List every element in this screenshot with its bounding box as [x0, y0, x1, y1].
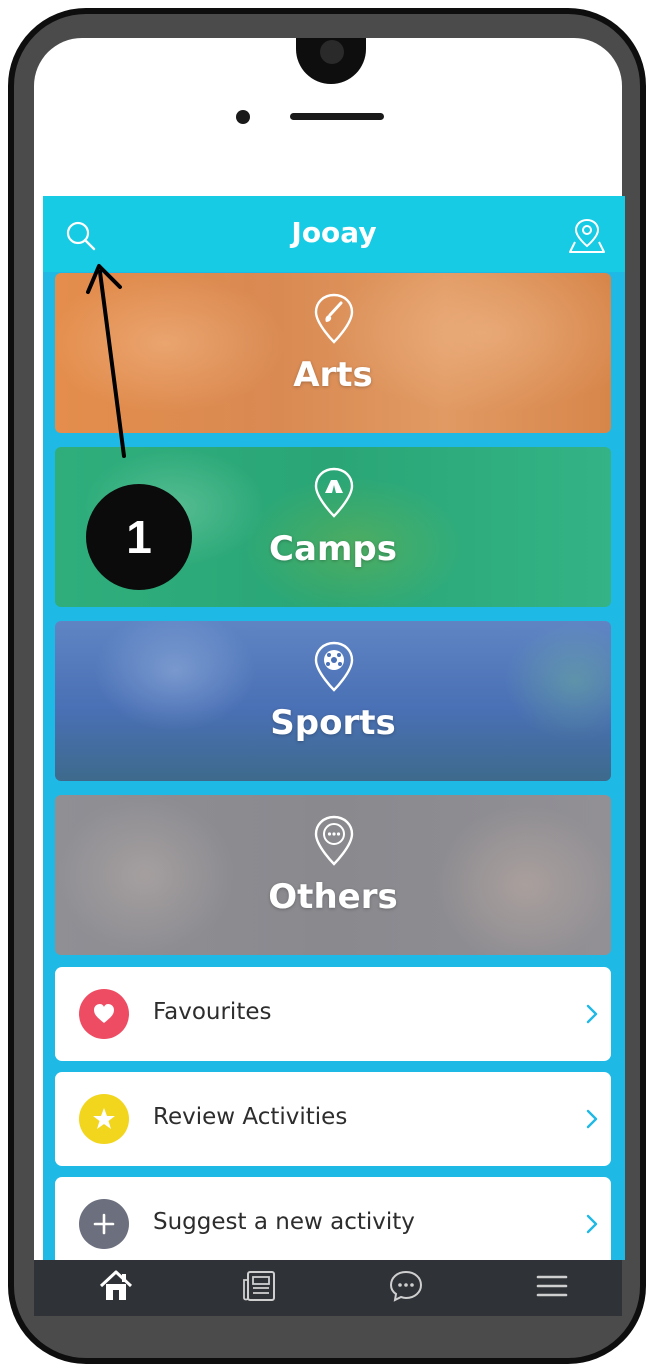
- plus-icon: [79, 1199, 129, 1249]
- map-pin-icon: [569, 218, 605, 253]
- tent-pin-icon: [314, 467, 354, 518]
- chevron-right-icon: [586, 1214, 598, 1234]
- front-camera-icon: [320, 40, 344, 64]
- map-button[interactable]: [567, 216, 607, 256]
- app-title: Jooay: [291, 216, 377, 249]
- menu-item-favourites[interactable]: Favourites: [55, 967, 611, 1061]
- app-header: Jooay: [43, 196, 625, 272]
- star-icon: [79, 1094, 129, 1144]
- category-label: Arts: [293, 355, 373, 395]
- soccer-ball-pin-icon: [314, 641, 354, 692]
- tab-chat[interactable]: [386, 1266, 426, 1306]
- category-arts[interactable]: Arts: [55, 273, 611, 433]
- tab-news[interactable]: [240, 1266, 280, 1306]
- menu-item-label: Suggest a new activity: [153, 1209, 415, 1235]
- step-number-badge: 1: [86, 484, 192, 590]
- category-others[interactable]: Others: [55, 795, 611, 955]
- home-icon: [99, 1270, 133, 1300]
- category-label: Others: [268, 877, 398, 917]
- menu-item-suggest-activity[interactable]: Suggest a new activity: [55, 1177, 611, 1260]
- menu-item-label: Review Activities: [153, 1104, 348, 1130]
- tab-menu[interactable]: [532, 1266, 572, 1306]
- category-sports[interactable]: Sports: [55, 621, 611, 781]
- sensor-dot: [236, 110, 250, 124]
- ellipsis-pin-icon: [314, 815, 354, 866]
- paintbrush-pin-icon: [314, 293, 354, 344]
- chevron-right-icon: [586, 1004, 598, 1024]
- menu-item-review-activities[interactable]: Review Activities: [55, 1072, 611, 1166]
- tab-home[interactable]: [96, 1266, 136, 1306]
- hamburger-menu-icon: [536, 1275, 568, 1297]
- menu-item-label: Favourites: [153, 999, 272, 1025]
- heart-icon: [79, 989, 129, 1039]
- app-screen: Jooay Arts Camps Sports Others Favourite…: [43, 196, 625, 1260]
- bottom-tab-bar: [34, 1260, 622, 1316]
- category-label: Sports: [270, 703, 396, 743]
- speaker-grille: [290, 113, 384, 120]
- newspaper-icon: [243, 1271, 275, 1301]
- chevron-right-icon: [586, 1109, 598, 1129]
- chat-bubble-icon: [389, 1270, 423, 1302]
